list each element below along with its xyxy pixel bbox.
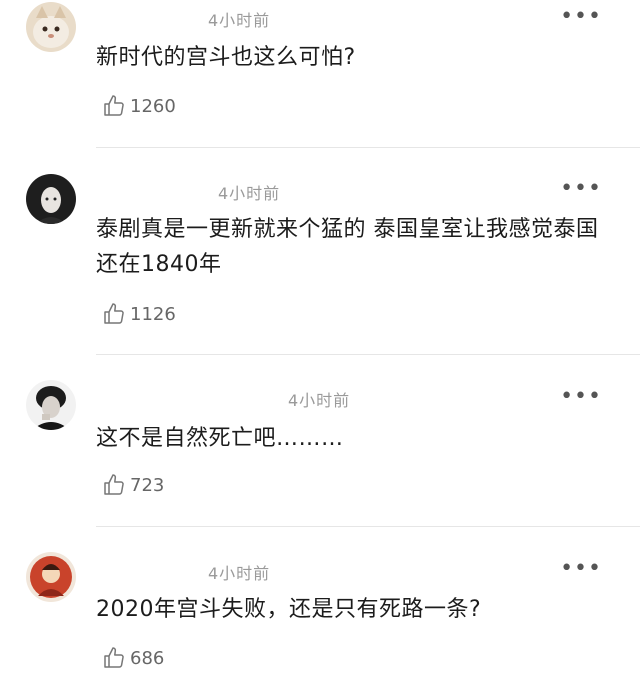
avatar-portrait-image [26,174,76,224]
thumbs-up-icon [104,647,124,668]
like-count: 723 [130,474,165,496]
avatar-illustration-image [26,552,76,602]
like-button[interactable]: 723 [102,473,164,497]
avatar-portrait-image [26,380,76,430]
avatar[interactable] [26,2,76,52]
comment-timestamp: 4小时前 [288,391,351,410]
comment-item: 4小时前 ••• 泰剧真是一更新就来个猛的 泰国皇室让我感觉泰国还在1840年 … [0,150,640,356]
more-options-button[interactable]: ••• [560,178,602,200]
like-count: 1260 [130,95,176,117]
comment-timestamp: 4小时前 [218,184,281,203]
comment-text: 泰剧真是一更新就来个猛的 泰国皇室让我感觉泰国还在1840年 [96,217,599,277]
divider [96,354,640,355]
comment-item: 4小时前 ••• 这不是自然死亡吧……… 723 [0,356,640,528]
comment-timestamp: 4小时前 [208,564,271,583]
avatar[interactable] [26,174,76,224]
more-options-button[interactable]: ••• [560,6,602,28]
like-button[interactable]: 686 [102,646,164,670]
more-options-button[interactable]: ••• [560,386,602,408]
like-button[interactable]: 1126 [102,302,176,326]
divider [96,147,640,148]
avatar[interactable] [26,380,76,430]
divider [96,526,640,527]
more-options-button[interactable]: ••• [560,558,602,580]
thumbs-up-icon [104,95,124,116]
avatar[interactable] [26,552,76,602]
comment-item: 4小时前 ••• 新时代的宫斗也这么可怕? 1260 [0,0,640,150]
comment-timestamp: 4小时前 [208,11,271,30]
avatar-cat-image [26,2,76,52]
like-count: 1126 [130,303,176,325]
comment-item: 4小时前 ••• 2020年宫斗失败，还是只有死路一条? 686 [0,528,640,692]
comment-text: 新时代的宫斗也这么可怕? [96,45,356,70]
like-count: 686 [130,647,165,669]
like-button[interactable]: 1260 [102,94,176,118]
thumbs-up-icon [104,474,124,495]
comment-text: 2020年宫斗失败，还是只有死路一条? [96,597,482,622]
comment-text: 这不是自然死亡吧……… [96,426,344,451]
thumbs-up-icon [104,303,124,324]
